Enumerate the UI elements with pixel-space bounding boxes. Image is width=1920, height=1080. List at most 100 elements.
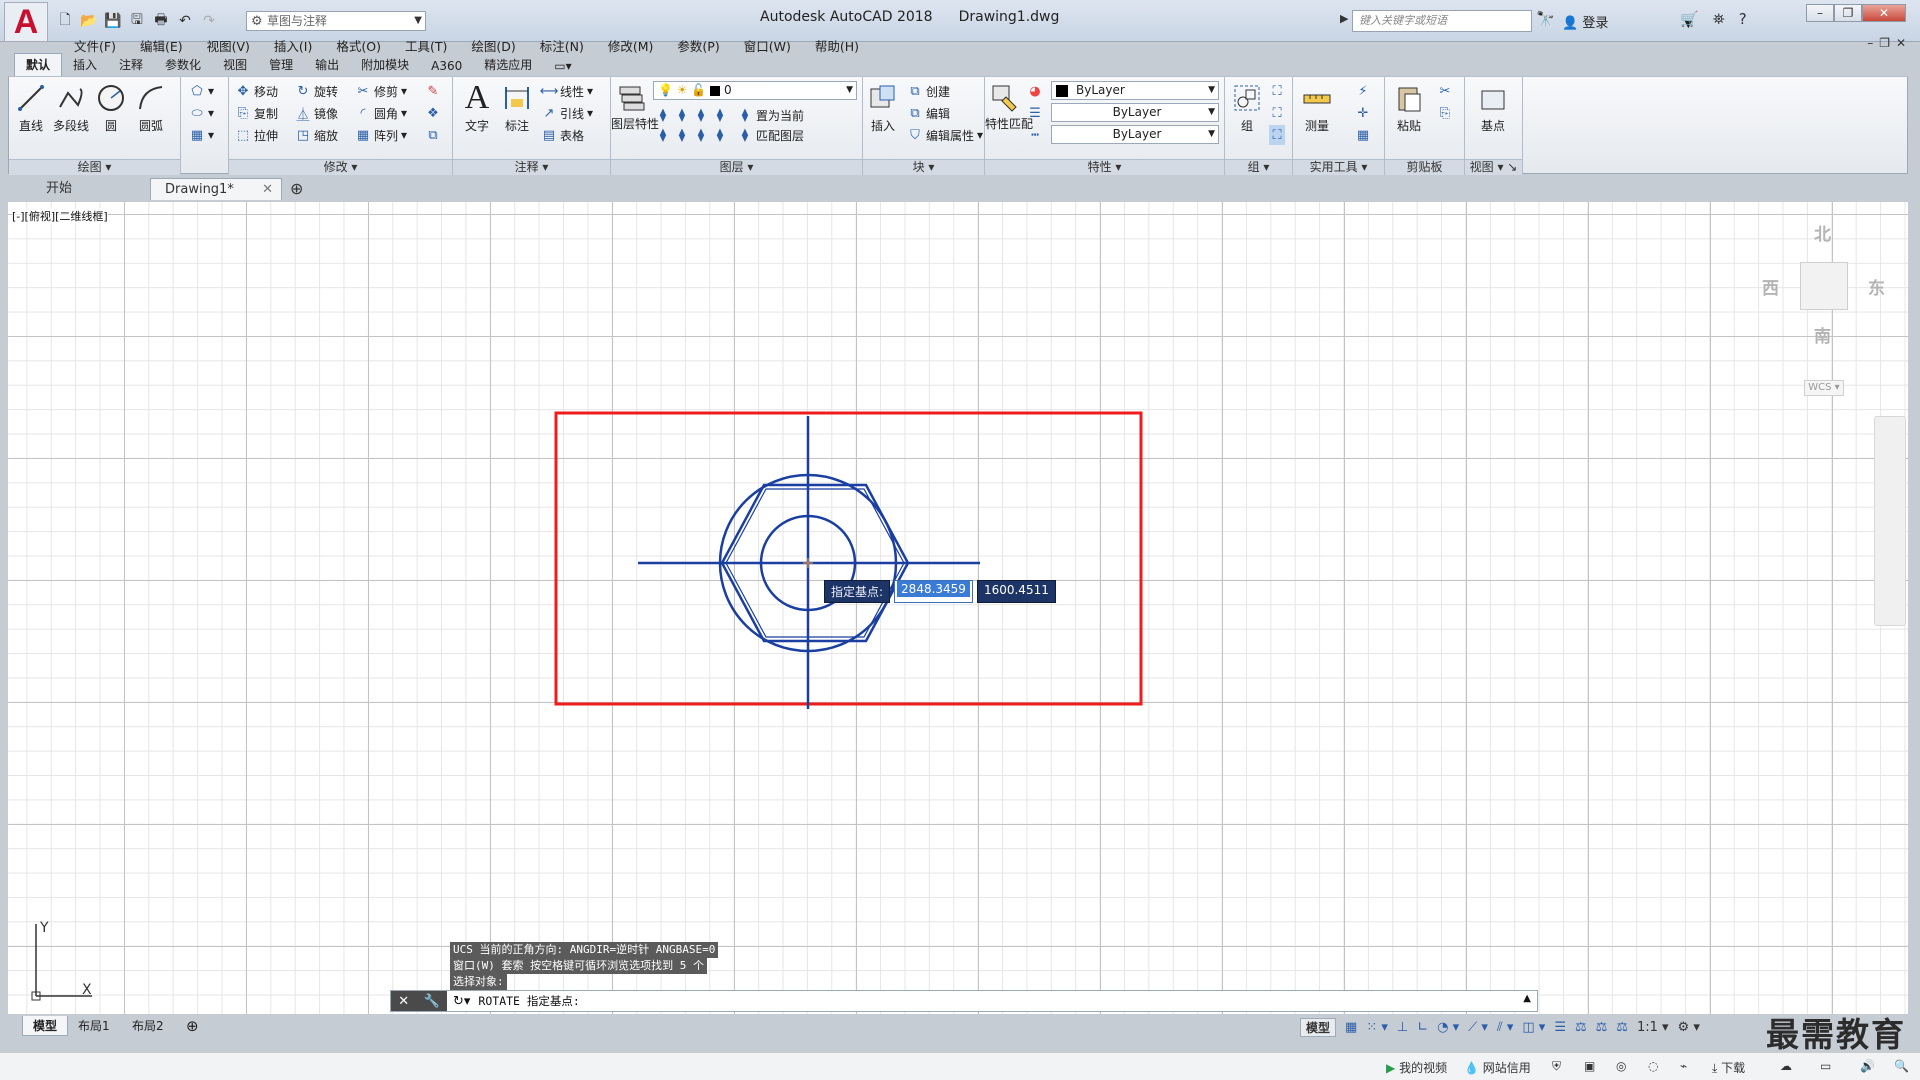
- color-dropdown[interactable]: ByLayer ▼: [1051, 81, 1219, 100]
- edit-attributes-tool[interactable]: ⛉ 编辑属性 ▾: [907, 125, 983, 145]
- dynamic-input-x-field[interactable]: 2848.3459: [894, 580, 973, 603]
- explode-tool[interactable]: ❖: [425, 103, 441, 123]
- polygon-tool[interactable]: ⬠ ▾: [189, 81, 214, 101]
- panel-title-layers[interactable]: 图层 ▾: [611, 159, 862, 175]
- offset-tool[interactable]: ⧉: [425, 125, 441, 145]
- menu-view[interactable]: 视图(V): [195, 36, 262, 55]
- tab-annotate[interactable]: 注释: [108, 54, 154, 76]
- exchange-icon[interactable]: ⛯: [1713, 10, 1725, 28]
- ortho-icon[interactable]: ∟: [1417, 1020, 1428, 1035]
- move-tool[interactable]: ✥ 移动: [235, 81, 278, 101]
- menu-parametric[interactable]: 参数(P): [665, 36, 731, 55]
- snap-icon[interactable]: ⁙ ▾: [1366, 1020, 1388, 1035]
- drawing-canvas[interactable]: [-][俯视][二维线框] 指定基点: 2848.3459 1600.4511 …: [8, 202, 1908, 1014]
- browser-icon[interactable]: ◎: [1616, 1059, 1626, 1073]
- layer-tools-row2[interactable]: ⧫ ⧫ ⧫ ⧫: [655, 125, 728, 145]
- print-icon[interactable]: 🖶: [152, 12, 170, 30]
- viewcube-east[interactable]: 东: [1868, 274, 1885, 299]
- polyline-tool[interactable]: 多段线: [51, 81, 91, 134]
- workspace-dropdown[interactable]: ⚙ 草图与注释 ▼: [246, 11, 426, 31]
- undo-icon[interactable]: ↶: [176, 12, 194, 30]
- chevron-up-icon[interactable]: ▲: [1523, 993, 1531, 1004]
- layer-tools-row1[interactable]: ⧫ ⧫ ⧫ ⧫: [655, 105, 728, 125]
- tab-drawing1[interactable]: Drawing1* ✕: [150, 178, 282, 200]
- paste-tool[interactable]: 粘贴: [1389, 81, 1429, 134]
- point-tool[interactable]: ✛: [1355, 103, 1371, 123]
- dynamic-input-x-value[interactable]: 2848.3459: [897, 581, 970, 597]
- panel-title-draw[interactable]: 绘图 ▾: [9, 159, 180, 175]
- search-icon[interactable]: 🔍: [1894, 1059, 1909, 1073]
- menu-draw[interactable]: 绘图(D): [459, 36, 527, 55]
- annotation-scale-icon[interactable]: ⚖: [1616, 1020, 1628, 1035]
- minimize-button[interactable]: –: [1806, 4, 1834, 22]
- layer-dropdown[interactable]: 💡 ☀ 🔓 0 ▼: [653, 81, 857, 100]
- save-icon[interactable]: 💾: [104, 12, 122, 30]
- menu-help[interactable]: 帮助(H): [803, 36, 871, 55]
- save-as-icon[interactable]: 🖫: [128, 12, 146, 30]
- document-window-controls[interactable]: –❐✕: [1867, 36, 1912, 50]
- viewcube-south[interactable]: 南: [1814, 322, 1831, 347]
- linear-dim-tool[interactable]: ⟷ 线性 ▾: [540, 81, 593, 101]
- linetype-dropdown[interactable]: ByLayer ▼: [1051, 103, 1219, 122]
- dynamic-input-y-field[interactable]: 1600.4511: [976, 580, 1056, 603]
- isodraft-icon[interactable]: ⫽ ▾: [1497, 1020, 1513, 1035]
- viewcube-north[interactable]: 北: [1814, 220, 1831, 245]
- tab-view[interactable]: 视图: [212, 54, 258, 76]
- match-layer-tool[interactable]: ⧫ 匹配图层: [737, 125, 804, 145]
- tab-featured-apps[interactable]: 精选应用: [473, 54, 543, 76]
- fillet-tool[interactable]: ◜ 圆角 ▾: [355, 103, 407, 123]
- site-credit-item[interactable]: 💧 网站信用: [1464, 1059, 1531, 1076]
- tab-layout2[interactable]: 布局2: [122, 1016, 174, 1036]
- tab-model[interactable]: 模型: [22, 1016, 69, 1036]
- leader-tool[interactable]: ↗ 引线 ▾: [541, 103, 594, 123]
- tab-default[interactable]: 默认: [14, 53, 63, 76]
- close-icon[interactable]: ✕: [262, 179, 273, 201]
- tab-layout1[interactable]: 布局1: [68, 1016, 120, 1036]
- stretch-tool[interactable]: ⬚ 拉伸: [235, 125, 278, 145]
- cart-icon[interactable]: 🛒: [1680, 10, 1699, 28]
- panel-title-utilities[interactable]: 实用工具 ▾: [1293, 159, 1384, 175]
- annotation-autoscale-icon[interactable]: ⚖: [1596, 1020, 1608, 1035]
- tab-addins[interactable]: 附加模块: [350, 54, 420, 76]
- restore-button[interactable]: ❐: [1834, 4, 1862, 22]
- tab-start[interactable]: 开始: [32, 178, 86, 200]
- menu-dimension[interactable]: 标注(N): [528, 36, 596, 55]
- command-line[interactable]: ✕ 🔧 ↻▾ ROTATE 指定基点: ▲: [390, 990, 1538, 1012]
- osnap-tracking-icon[interactable]: ⟋ ▾: [1468, 1020, 1488, 1035]
- viewcube-west[interactable]: 西: [1762, 274, 1779, 299]
- infer-constraints-icon[interactable]: ⊥: [1397, 1020, 1408, 1035]
- menu-window[interactable]: 窗口(W): [732, 36, 803, 55]
- menu-format[interactable]: 格式(O): [324, 36, 393, 55]
- annotation-visibility-icon[interactable]: ⚖: [1575, 1020, 1587, 1035]
- lineweight-toggle-icon[interactable]: ☰: [1554, 1020, 1566, 1035]
- match-properties-tool[interactable]: 特性匹配: [985, 81, 1033, 132]
- dimension-tool[interactable]: 标注: [497, 81, 537, 134]
- copy-tool[interactable]: ⎘ 复制: [235, 103, 278, 123]
- tab-manage[interactable]: 管理: [258, 54, 304, 76]
- arc-tool[interactable]: 圆弧: [131, 81, 171, 134]
- new-tab-button[interactable]: ⊕: [286, 178, 307, 200]
- create-block-tool[interactable]: ⧉ 创建: [907, 81, 950, 101]
- ungroup-tool[interactable]: ⛶: [1269, 81, 1285, 101]
- panel-title-modify[interactable]: 修改 ▾: [229, 159, 452, 175]
- tab-insert[interactable]: 插入: [62, 54, 108, 76]
- edit-block-tool[interactable]: ⧉ 编辑: [907, 103, 950, 123]
- panel-title-view[interactable]: 视图 ▾ ↘: [1465, 159, 1522, 175]
- window-icon[interactable]: ▭: [1820, 1059, 1831, 1073]
- add-layout-button[interactable]: ⊕: [176, 1016, 209, 1036]
- circle-tool[interactable]: 圆: [91, 81, 131, 134]
- calculator-tool[interactable]: ▦: [1355, 125, 1371, 145]
- my-video-item[interactable]: ▶ 我的视频: [1386, 1059, 1447, 1076]
- set-current-tool[interactable]: ⧫ 置为当前: [737, 105, 804, 125]
- polar-icon[interactable]: ◔ ▾: [1437, 1020, 1459, 1035]
- scale-tool[interactable]: ◳ 缩放: [295, 125, 338, 145]
- panel-title-block[interactable]: 块 ▾: [863, 159, 984, 175]
- broom-icon[interactable]: ⌁: [1680, 1059, 1687, 1073]
- binoculars-icon[interactable]: 🔭: [1536, 10, 1555, 28]
- image-icon[interactable]: ▣: [1584, 1059, 1595, 1073]
- group-select-tool[interactable]: ⛶: [1269, 125, 1285, 145]
- model-space-button[interactable]: 模型: [1300, 1017, 1337, 1037]
- panel-title-annotation[interactable]: 注释 ▾: [453, 159, 610, 175]
- base-view-tool[interactable]: 基点: [1473, 81, 1513, 134]
- wrench-icon[interactable]: 🔧: [424, 994, 440, 1009]
